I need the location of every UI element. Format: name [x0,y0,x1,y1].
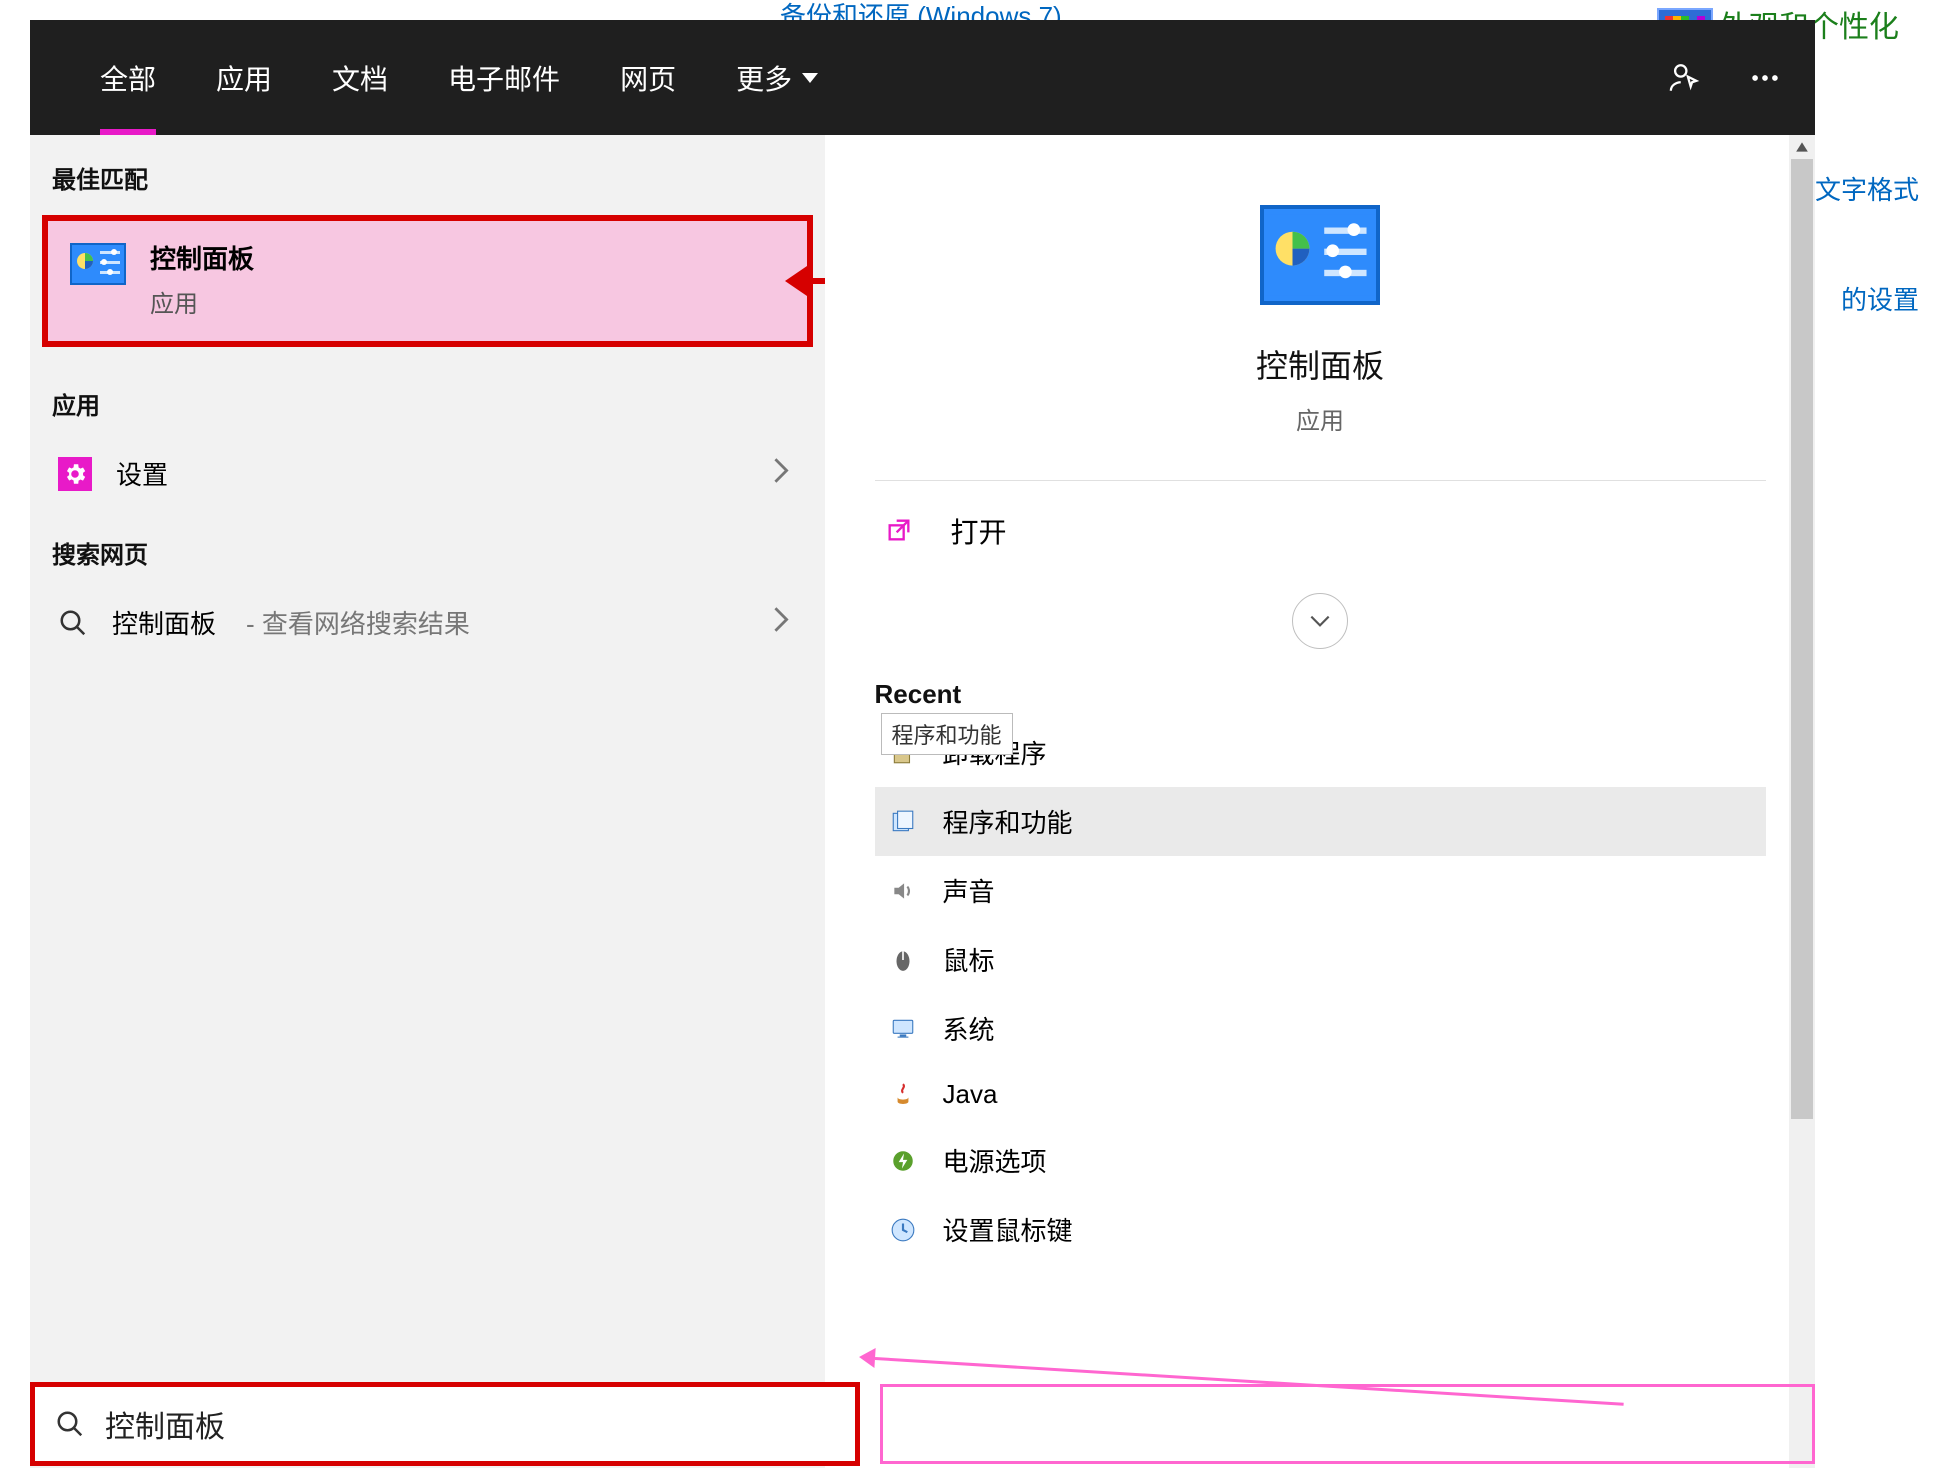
search-icon [55,1409,85,1439]
result-settings-label: 设置 [116,455,168,492]
recent-item-label: Java [943,1079,998,1110]
tooltip: 程序和功能 [881,713,1013,755]
settings-icon [58,457,92,491]
annotation-box-pink [880,1384,1815,1464]
open-external-icon [885,516,915,546]
section-apps: 应用 [30,361,825,437]
expand-actions-button[interactable] [1292,593,1348,649]
preview-pane: 控制面板 应用 打开 Recent 程序和功能 卸载程序程序和功能声音鼠标系统J… [825,135,1815,1468]
search-query-text: 控制面板 [105,1402,225,1446]
recent-item[interactable]: 系统 [875,994,1766,1063]
options-icon[interactable] [1745,58,1785,98]
recent-item[interactable]: 电源选项 [875,1126,1766,1195]
taskbar-search-row: 控制面板 [30,1380,1815,1468]
preview-title: 控制面板 [1256,341,1384,387]
sound-icon [889,877,917,905]
tab-all[interactable]: 全部 [70,20,186,135]
system-icon [889,1015,917,1043]
chevron-right-icon [771,605,791,640]
best-match-subtitle: 应用 [150,284,254,319]
preview-subtitle: 应用 [1296,401,1344,436]
recent-item[interactable]: 程序和功能 [875,787,1766,856]
recent-item[interactable]: Java [875,1063,1766,1126]
results-pane: 最佳匹配 控制面板 应用 应用 设置 搜索网页 [30,135,825,1468]
power-icon [889,1147,917,1175]
recent-item-label: 鼠标 [943,941,995,978]
section-best-match: 最佳匹配 [30,135,825,211]
bg-link-text-format: 文字格式 [1815,170,1919,207]
tab-documents[interactable]: 文档 [302,20,418,135]
web-result-suffix: - 查看网络搜索结果 [246,604,470,641]
recent-item-label: 程序和功能 [943,803,1073,840]
search-icon [58,608,88,638]
action-open-label: 打开 [951,511,1007,551]
web-result-term: 控制面板 [112,604,216,641]
recent-item-label: 系统 [943,1010,995,1047]
search-filter-tabs: 全部 应用 文档 电子邮件 网页 更多 [30,20,1815,135]
scrollbar[interactable] [1789,135,1815,1468]
section-web: 搜索网页 [30,510,825,586]
action-open[interactable]: 打开 [875,481,1766,581]
tab-more[interactable]: 更多 [706,20,848,135]
recent-header: Recent [875,679,1766,710]
tab-web[interactable]: 网页 [590,20,706,135]
result-settings-app[interactable]: 设置 [30,437,825,510]
result-web-search[interactable]: 控制面板 - 查看网络搜索结果 [30,586,825,659]
recent-item[interactable]: 鼠标 [875,925,1766,994]
mouse-icon [889,946,917,974]
scroll-up-icon[interactable] [1789,135,1815,159]
feedback-icon[interactable] [1665,58,1705,98]
programs-icon [889,808,917,836]
tab-apps[interactable]: 应用 [186,20,302,135]
recent-item-label: 电源选项 [943,1142,1047,1179]
best-match-result[interactable]: 控制面板 应用 [42,215,813,347]
preview-app-icon [1260,205,1380,305]
bg-link-settings: 的设置 [1841,280,1919,317]
control-panel-icon [70,243,126,285]
tab-email[interactable]: 电子邮件 [418,20,590,135]
annotation-arrow-red [807,278,825,284]
chevron-right-icon [771,456,791,491]
scrollbar-thumb[interactable] [1791,159,1813,1119]
search-flyout: 全部 应用 文档 电子邮件 网页 更多 最佳匹配 控制面板 应用 [30,20,1815,1468]
recent-item-label: 设置鼠标键 [943,1211,1073,1248]
recent-item[interactable]: 设置鼠标键 [875,1195,1766,1264]
mousekeys-icon [889,1216,917,1244]
recent-item-label: 声音 [943,872,995,909]
search-input[interactable]: 控制面板 [30,1382,860,1466]
recent-item[interactable]: 声音 [875,856,1766,925]
best-match-title: 控制面板 [150,239,254,276]
java-icon [889,1081,917,1109]
